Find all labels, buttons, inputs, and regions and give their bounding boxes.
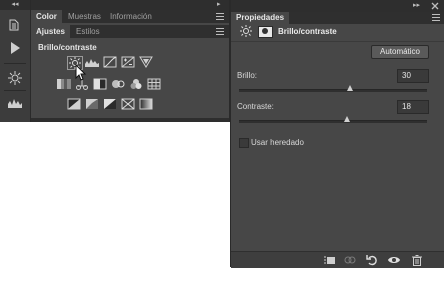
brightness-slider[interactable] — [239, 89, 427, 92]
mouse-cursor — [75, 63, 87, 82]
tool-strip: ◂◂ — [0, 0, 31, 122]
curves-icon[interactable] — [103, 56, 117, 68]
panel-titlebar: ▸ — [31, 0, 229, 10]
contrast-input[interactable]: 18 — [397, 100, 429, 114]
clip-to-layer-icon[interactable] — [323, 254, 335, 266]
properties-footer — [231, 251, 444, 268]
trash-icon[interactable] — [411, 254, 423, 266]
selective-color-icon[interactable] — [121, 98, 135, 110]
history-icon[interactable] — [6, 17, 24, 33]
adjust-tab-row: Ajustes Estilos — [31, 25, 229, 38]
view-previous-icon[interactable] — [344, 254, 356, 266]
visibility-eye-icon[interactable] — [388, 254, 400, 266]
brightness-icon[interactable] — [6, 70, 24, 86]
brightness-input[interactable]: 30 — [397, 69, 429, 83]
contrast-slider[interactable] — [239, 120, 427, 123]
vibrance-icon[interactable] — [139, 56, 153, 68]
photo-filter-icon[interactable] — [111, 78, 125, 90]
channel-mixer-icon[interactable] — [129, 78, 143, 90]
posterize-icon[interactable] — [85, 98, 99, 110]
contrast-slider-thumb[interactable] — [344, 116, 350, 122]
adjustments-panel: ▸ Color Muestras Información Ajustes Est… — [31, 0, 230, 122]
levels-adjust-icon[interactable] — [85, 56, 99, 68]
tab-estilos[interactable]: Estilos — [71, 25, 105, 38]
brightness-contrast-adj-icon — [239, 24, 253, 38]
expand-icon[interactable]: ▸▸ — [413, 0, 420, 12]
invert-icon[interactable] — [67, 98, 81, 110]
tool-strip-grip[interactable]: ◂◂ — [0, 0, 30, 10]
layer-mask-icon[interactable] — [258, 26, 273, 38]
properties-tab-row: Propiedades — [231, 12, 444, 24]
tab-propiedades[interactable]: Propiedades — [231, 12, 290, 24]
tab-informacion[interactable]: Información — [105, 10, 157, 23]
panel-menu-icon[interactable] — [216, 11, 225, 21]
play-icon[interactable] — [6, 40, 24, 56]
auto-button[interactable]: Automático — [371, 45, 429, 59]
adjustment-title: Brillo/contraste — [278, 27, 337, 36]
brightness-slider-thumb[interactable] — [347, 85, 353, 91]
color-lookup-icon[interactable] — [147, 78, 161, 90]
properties-titlebar: ▸▸ — [231, 0, 444, 12]
levels-icon[interactable] — [6, 95, 24, 111]
exposure-icon[interactable] — [121, 56, 135, 68]
properties-panel: ▸▸ Propiedades Brillo/contraste Automáti… — [230, 0, 444, 268]
collapse-icon[interactable]: ▸ — [217, 0, 221, 10]
contrast-label: Contraste: — [237, 102, 274, 111]
brightness-label: Brillo: — [237, 71, 258, 80]
legacy-label: Usar heredado — [251, 138, 304, 147]
adjust-menu-icon[interactable] — [216, 26, 225, 36]
top-tab-row: Color Muestras Información — [31, 10, 229, 23]
legacy-checkbox[interactable] — [239, 138, 249, 148]
properties-menu-icon[interactable] — [432, 12, 441, 22]
hue-saturation-icon[interactable] — [57, 78, 71, 90]
gradient-map-icon[interactable] — [139, 98, 153, 110]
tab-ajustes[interactable]: Ajustes — [31, 25, 70, 38]
tab-muestras[interactable]: Muestras — [63, 10, 106, 23]
panel-bottom-bar — [31, 118, 229, 122]
tab-color[interactable]: Color — [31, 10, 62, 23]
adjustments-heading: Brillo/contraste — [38, 43, 97, 52]
black-white-icon[interactable] — [93, 78, 107, 90]
threshold-icon[interactable] — [103, 98, 117, 110]
reset-icon[interactable] — [366, 254, 378, 266]
